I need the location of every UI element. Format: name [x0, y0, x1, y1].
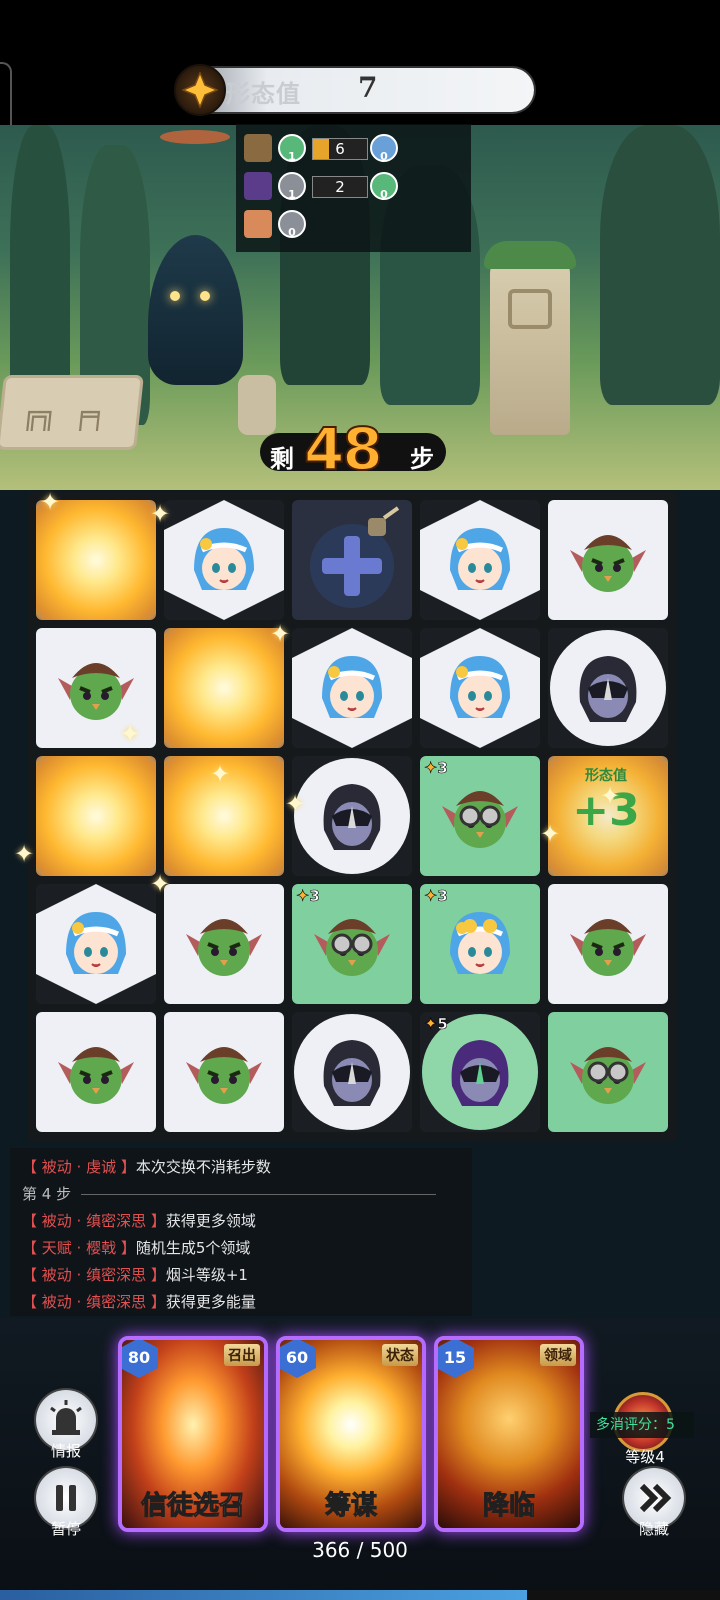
mushroom-ledge — [160, 130, 230, 144]
board-tile-burst[interactable] — [36, 500, 156, 620]
log-entry: 【 天赋 · 樱戟 】随机生成5个领域 — [22, 1239, 251, 1257]
team-stats-panel: 1 6 0 1 2 0 0 — [236, 124, 471, 252]
board-tile-burst[interactable] — [36, 756, 156, 876]
stat-count: 6 — [312, 138, 368, 160]
log-entry: 【 被动 · 缜密深思 】获得更多能量 — [22, 1293, 256, 1311]
energy-readout: 366 / 500 — [312, 1538, 408, 1562]
board-tile-dark-horn[interactable]: ✦5 — [420, 1012, 540, 1132]
board-tile-orc[interactable] — [548, 884, 668, 1004]
sparkle-effect: ✦ — [150, 870, 171, 898]
carved-stone: ╔╗ ╒╕ — [0, 375, 144, 450]
tile-tier-badge: ✦5 — [424, 1014, 448, 1034]
board-tile-girl[interactable] — [164, 500, 284, 620]
board-tile-dark[interactable] — [292, 756, 412, 876]
stat-count: 2 — [312, 176, 368, 198]
sparkle-effect: ✦ — [14, 840, 35, 868]
form-value-bar: 形态值 7 — [174, 64, 534, 116]
log-step-divider: 第 4 步 — [22, 1181, 460, 1208]
pause-label: 暂停 — [50, 1520, 81, 1538]
sparkle-effect: ✦ — [120, 720, 141, 748]
sparkle-effect: ✦ — [210, 760, 231, 788]
board-tile-girl[interactable] — [36, 884, 156, 1004]
steps-prefix: 剩 — [270, 445, 294, 473]
board-tile-orc-goggles[interactable] — [548, 1012, 668, 1132]
orc-token-icon: 1 — [278, 134, 306, 163]
form-value-number: 7 — [358, 71, 378, 104]
dark-token-icon: 1 — [278, 172, 306, 201]
board-tile-bomb[interactable] — [292, 500, 412, 620]
board-tile-orc-goggles[interactable]: ✦3 — [292, 884, 412, 1004]
dark-token-icon: 0 — [278, 210, 306, 239]
steps-remaining: 剩 48 步 — [260, 414, 446, 484]
energy-bar — [0, 1590, 720, 1600]
sparkle-effect: ✦ — [150, 500, 171, 528]
board-tile-orc[interactable] — [548, 500, 668, 620]
board-tile-orc[interactable] — [164, 1012, 284, 1132]
battle-log: 【 被动 · 虔诚 】本次交换不消耗步数第 4 步【 被动 · 缜密深思 】获得… — [10, 1148, 472, 1316]
sparkle-effect: ✦ — [600, 782, 621, 810]
card-name: 降临 — [482, 1491, 535, 1522]
sparkle-effect: ✦ — [270, 620, 291, 648]
cat-portrait-icon — [244, 134, 272, 162]
card-type: 领域 — [540, 1344, 576, 1366]
log-entry: 【 被动 · 虔诚 】本次交换不消耗步数 — [22, 1158, 271, 1176]
board-tile-girl[interactable] — [292, 628, 412, 748]
board-tile-girl[interactable] — [420, 500, 540, 620]
skill-card-summon[interactable]: 80 召出 信徒选召 — [118, 1336, 268, 1532]
stone-totem — [484, 241, 576, 435]
tile-tier-badge: ✦3 — [424, 886, 448, 906]
card-name: 筹谋 — [324, 1491, 377, 1522]
form-star-icon — [174, 64, 226, 116]
board-tile-dark[interactable] — [292, 1012, 412, 1132]
shadow-creature — [148, 235, 243, 385]
log-entry: 【 被动 · 缜密深思 】烟斗等级+1 — [22, 1266, 248, 1284]
form-value-label: 形态值 — [226, 80, 301, 108]
card-type: 状态 — [382, 1344, 418, 1366]
skill-card-scheme[interactable]: 60 状态 筹谋 — [276, 1336, 426, 1532]
intel-label: 情报 — [50, 1442, 81, 1460]
combo-score: 多消评分：5 — [590, 1412, 694, 1438]
tile-tier-badge: ✦3 — [424, 758, 448, 778]
board-tile-girl-goggles[interactable]: ✦3 — [420, 884, 540, 1004]
sparkle-effect: ✦ — [540, 820, 561, 848]
card-name: 信徒选召 — [140, 1491, 245, 1522]
board-tile-orc-goggles[interactable]: ✦3 — [420, 756, 540, 876]
board-tile-girl[interactable] — [420, 628, 540, 748]
orc-token-icon: 0 — [370, 172, 398, 201]
girl-token-icon: 0 — [370, 134, 398, 163]
board-tile-orc[interactable] — [36, 1012, 156, 1132]
sparkle-effect: ✦ — [285, 790, 306, 818]
board-tile-burst[interactable] — [164, 628, 284, 748]
redhair-portrait-icon — [244, 210, 272, 238]
hide-label: 隐藏 — [638, 1520, 669, 1538]
steps-suffix: 步 — [410, 445, 434, 473]
board-tile-orc[interactable] — [164, 884, 284, 1004]
card-type: 召出 — [224, 1344, 260, 1366]
skill-card-descent[interactable]: 15 领域 降临 — [434, 1336, 584, 1532]
log-entry: 【 被动 · 缜密深思 】获得更多领域 — [22, 1212, 256, 1230]
horned-portrait-icon — [244, 172, 272, 200]
tile-tier-badge: ✦3 — [296, 886, 320, 906]
steps-count: 48 — [303, 414, 384, 484]
sparkle-effect: ✦ — [40, 488, 61, 516]
level-label: 等级4 — [625, 1448, 665, 1466]
board-tile-dark[interactable] — [548, 628, 668, 748]
